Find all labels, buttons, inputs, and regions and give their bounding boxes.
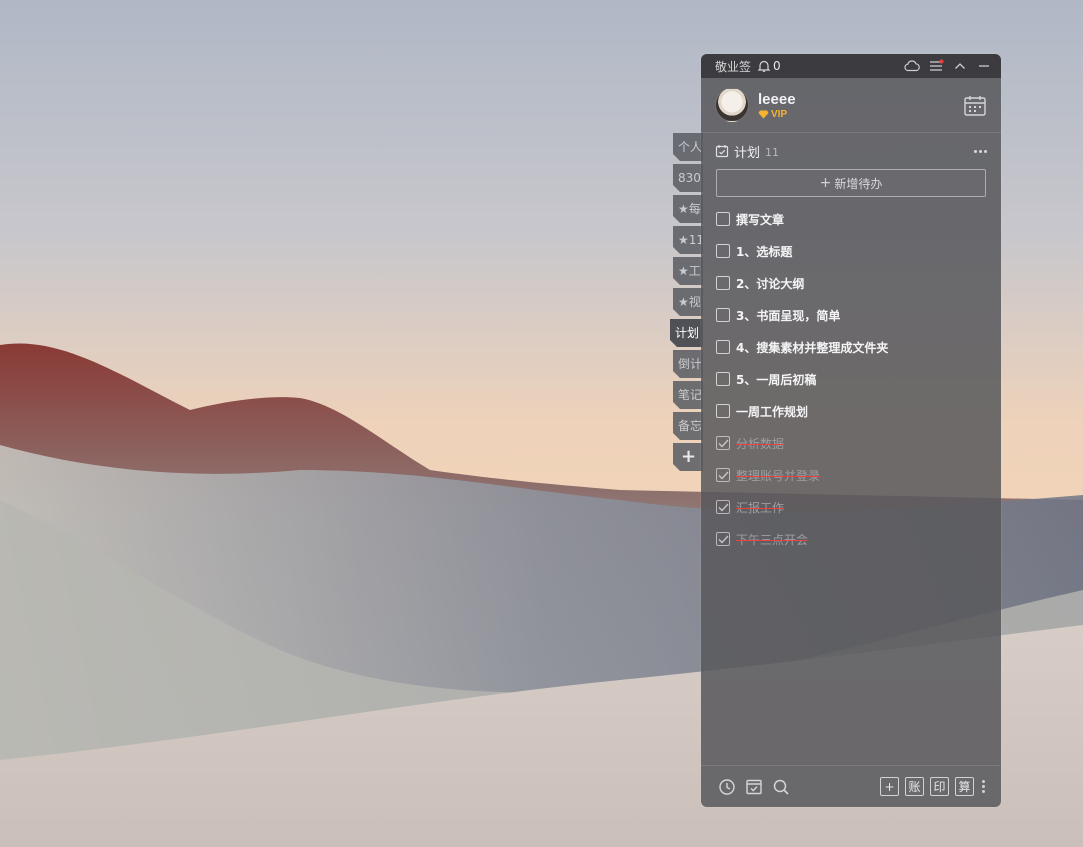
sticky-note-widget: 敬业签 0 leeee VIP 计划 11 + 新增待办 撰写文章 1、选标题 … (701, 54, 1001, 807)
checked-checkbox-icon[interactable] (716, 436, 730, 450)
add-todo-label: 新增待办 (834, 176, 883, 191)
todo-text: 4、搜集素材并整理成文件夹 (736, 340, 889, 355)
username[interactable]: leeee (758, 91, 796, 108)
app-title: 敬业签 (715, 59, 752, 74)
side-tab-work[interactable]: ★工 (673, 257, 703, 285)
checklist-icon (715, 145, 729, 158)
calendar-icon[interactable] (963, 94, 987, 118)
add-note-button[interactable]: + (880, 777, 899, 796)
todo-item[interactable]: 撰写文章 (701, 203, 1001, 235)
side-tab-countdown[interactable]: 倒计 (673, 350, 703, 378)
list-title: 计划 (734, 145, 761, 161)
vip-label: VIP (771, 108, 788, 120)
checkbox-icon[interactable] (716, 404, 730, 418)
todo-text: 2、讨论大纲 (736, 276, 805, 291)
checkbox-icon[interactable] (716, 212, 730, 226)
collapse-icon[interactable] (951, 57, 969, 75)
clock-icon[interactable] (717, 777, 737, 797)
plus-icon: + (819, 175, 832, 191)
todo-item[interactable]: 2、讨论大纲 (701, 267, 1001, 299)
todo-text: 汇报工作 (736, 500, 785, 515)
stamp-button[interactable]: 印 (930, 777, 949, 796)
todo-text: 下午三点开会 (736, 532, 809, 547)
side-tab-video[interactable]: ★视 (673, 288, 703, 316)
bell-icon[interactable] (757, 59, 771, 73)
todo-text: 1、选标题 (736, 244, 793, 259)
user-info: leeee VIP (758, 91, 796, 120)
todo-text: 5、一周后初稿 (736, 372, 817, 387)
todo-item-done[interactable]: 整理账号并登录 (701, 459, 1001, 491)
todo-item-done[interactable]: 汇报工作 (701, 491, 1001, 523)
todo-list: 撰写文章 1、选标题 2、讨论大纲 3、书面呈现，简单 4、搜集素材并整理成文件… (701, 203, 1001, 555)
side-tab-11[interactable]: ★11 (673, 226, 703, 254)
archive-icon[interactable] (744, 777, 764, 797)
cloud-sync-icon[interactable] (903, 57, 921, 75)
todo-text: 分析数据 (736, 436, 785, 451)
todo-text: 3、书面呈现，简单 (736, 308, 841, 323)
side-tab-plan[interactable]: 计划 (670, 319, 703, 347)
add-todo-button[interactable]: + 新增待办 (716, 169, 986, 197)
todo-text: 一周工作规划 (736, 404, 809, 419)
todo-item-done[interactable]: 下午三点开会 (701, 523, 1001, 555)
calculator-button[interactable]: 算 (955, 777, 974, 796)
checked-checkbox-icon[interactable] (716, 532, 730, 546)
diamond-icon (758, 110, 769, 118)
checked-checkbox-icon[interactable] (716, 468, 730, 482)
ledger-button[interactable]: 账 (905, 777, 924, 796)
side-tab-personal[interactable]: 个人 (673, 133, 703, 161)
list-count: 11 (765, 145, 780, 159)
todo-item[interactable]: 3、书面呈现，简单 (701, 299, 1001, 331)
checkbox-icon[interactable] (716, 276, 730, 290)
side-tab-830[interactable]: 830 (673, 164, 703, 192)
todo-item[interactable]: 一周工作规划 (701, 395, 1001, 427)
todo-item[interactable]: 1、选标题 (701, 235, 1001, 267)
todo-item[interactable]: 5、一周后初稿 (701, 363, 1001, 395)
todo-text: 整理账号并登录 (736, 468, 821, 483)
notification-count: 0 (773, 59, 781, 73)
menu-icon[interactable] (927, 57, 945, 75)
user-profile: leeee VIP (701, 78, 1001, 133)
checkbox-icon[interactable] (716, 340, 730, 354)
todo-text: 撰写文章 (736, 212, 785, 227)
checkbox-icon[interactable] (716, 372, 730, 386)
vip-badge[interactable]: VIP (758, 109, 796, 120)
side-tab-notes[interactable]: 笔记 (673, 381, 703, 409)
todo-item[interactable]: 4、搜集素材并整理成文件夹 (701, 331, 1001, 363)
minimize-icon[interactable] (975, 57, 993, 75)
more-icon[interactable] (974, 149, 987, 153)
avatar[interactable] (715, 88, 749, 122)
title-bar[interactable]: 敬业签 0 (701, 54, 1001, 78)
checkbox-icon[interactable] (716, 308, 730, 322)
more-options-icon[interactable] (982, 780, 985, 793)
add-tab-button[interactable]: + (673, 443, 703, 471)
list-header: 计划 11 (701, 133, 1001, 169)
checkbox-icon[interactable] (716, 244, 730, 258)
todo-item-done[interactable]: 分析数据 (701, 427, 1001, 459)
search-icon[interactable] (771, 777, 791, 797)
side-tab-daily[interactable]: ★每 (673, 195, 703, 223)
checked-checkbox-icon[interactable] (716, 500, 730, 514)
bottom-toolbar: + 账 印 算 (701, 765, 1001, 807)
side-tab-memo[interactable]: 备忘 (673, 412, 703, 440)
